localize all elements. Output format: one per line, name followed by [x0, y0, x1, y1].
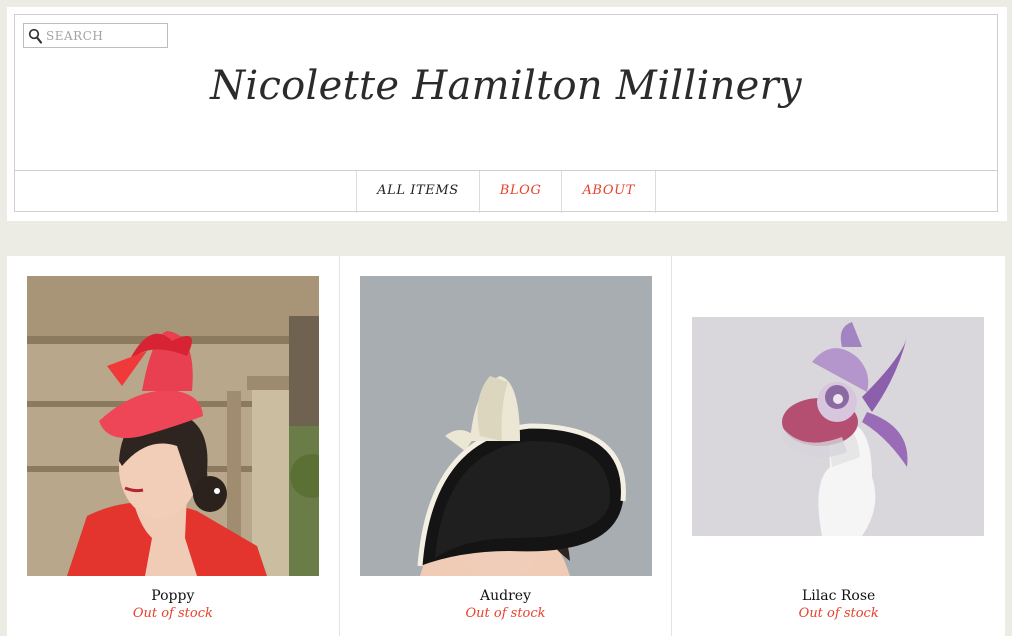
header-card: Nicolette Hamilton Millinery ALL ITEMS B… — [7, 7, 1007, 221]
product-status: Out of stock — [465, 606, 546, 621]
nav-blog[interactable]: BLOG — [478, 171, 562, 213]
main-nav: ALL ITEMS BLOG ABOUT — [15, 170, 997, 213]
product-card[interactable]: Lilac Rose Out of stock — [672, 256, 1005, 636]
product-status: Out of stock — [132, 606, 213, 621]
product-name[interactable]: Poppy — [7, 588, 339, 604]
nav-about[interactable]: ABOUT — [561, 171, 656, 213]
product-image[interactable] — [359, 276, 652, 576]
product-card[interactable]: Audrey Out of stock — [340, 256, 673, 636]
product-image[interactable] — [27, 276, 319, 576]
product-status: Out of stock — [798, 606, 879, 621]
product-grid: Poppy Out of stock Audrey Out of stock L… — [7, 256, 1005, 636]
product-name[interactable]: Audrey — [340, 588, 672, 604]
product-image[interactable] — [692, 317, 985, 536]
search-icon — [28, 28, 42, 44]
product-name[interactable]: Lilac Rose — [672, 588, 1005, 604]
header: Nicolette Hamilton Millinery ALL ITEMS B… — [14, 14, 998, 213]
search-box[interactable] — [23, 23, 168, 48]
site-title[interactable]: Nicolette Hamilton Millinery — [15, 63, 997, 109]
nav-all-items[interactable]: ALL ITEMS — [356, 171, 479, 213]
product-card[interactable]: Poppy Out of stock — [7, 256, 340, 636]
search-input[interactable] — [46, 25, 164, 46]
